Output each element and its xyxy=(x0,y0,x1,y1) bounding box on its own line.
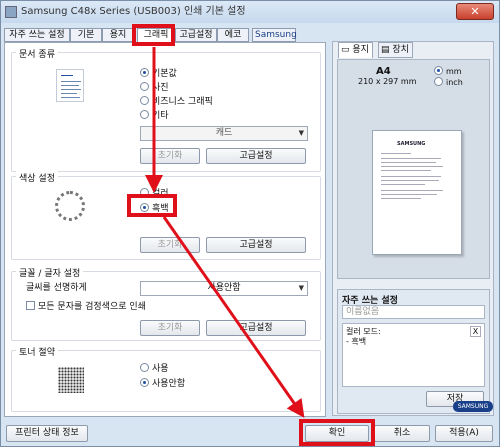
print-preferences-window: Samsung C48x Series (USB003) 인쇄 기본 설정 ✕ … xyxy=(0,0,500,447)
arrow-to-ok xyxy=(162,216,305,418)
annotation-arrows xyxy=(145,47,305,418)
